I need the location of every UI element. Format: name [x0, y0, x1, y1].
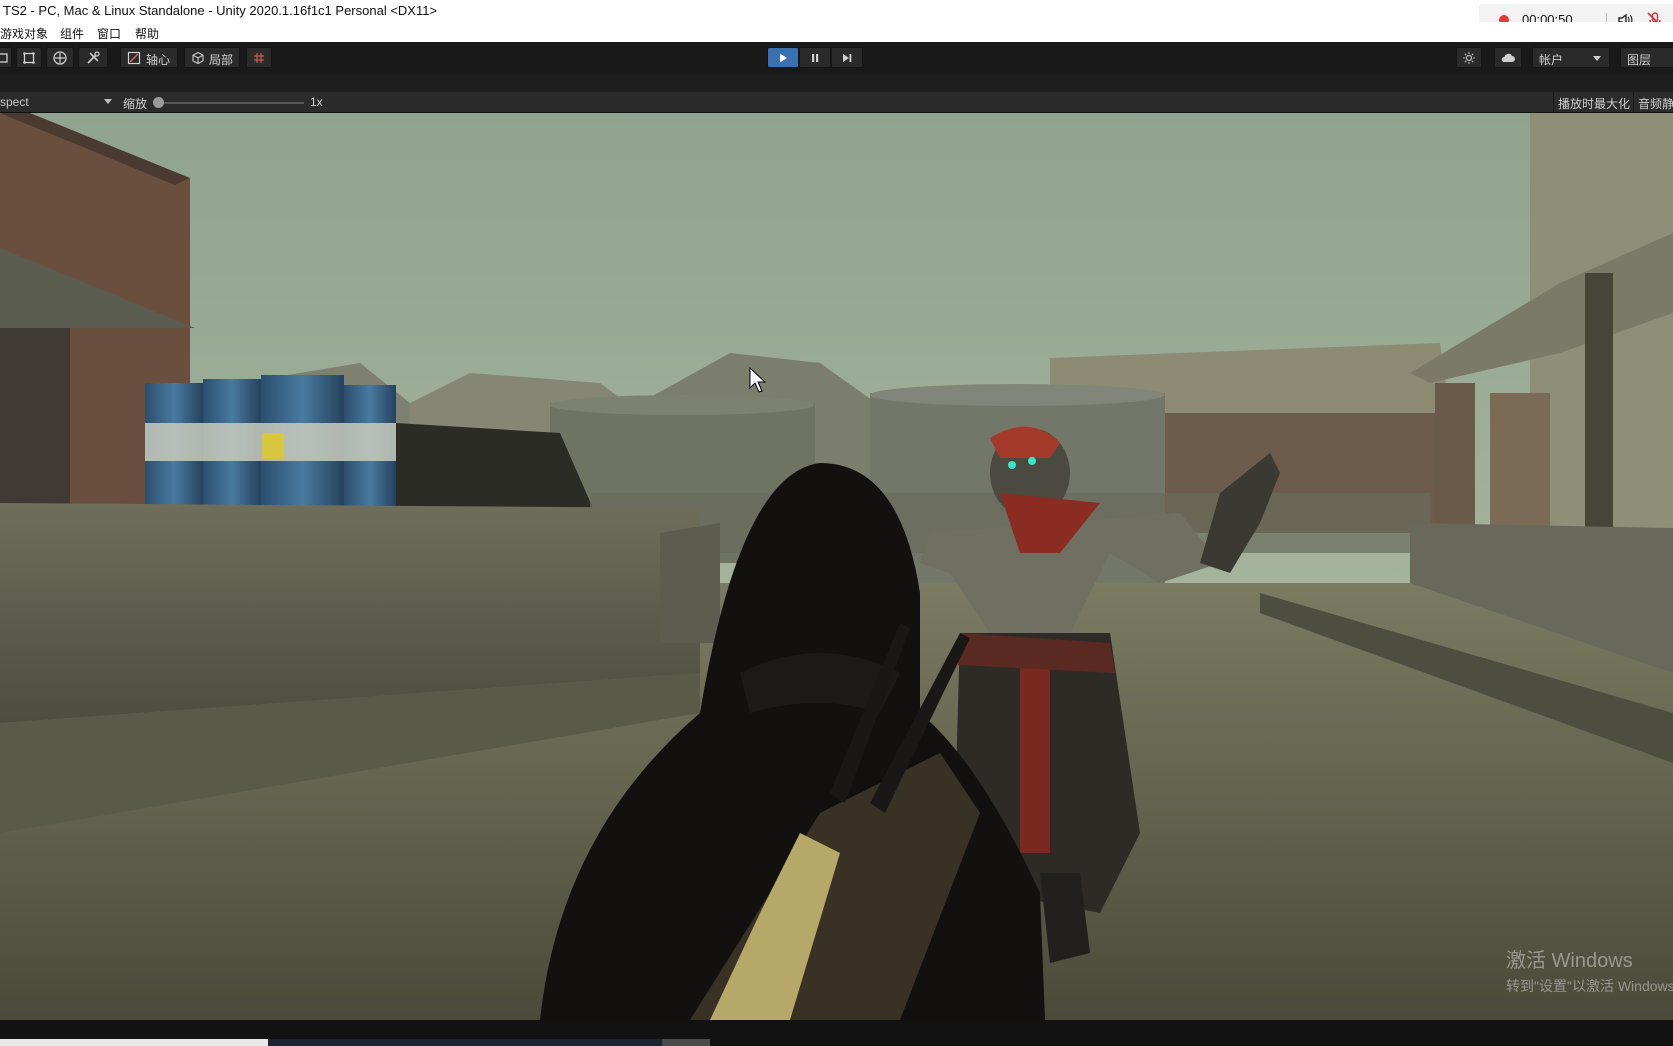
menu-component[interactable]: 组件: [60, 25, 84, 42]
mute-label: 音频静音: [1638, 97, 1673, 111]
custom-tool-button[interactable]: [78, 47, 108, 68]
menu-window[interactable]: 窗口: [97, 25, 121, 42]
step-icon: [843, 53, 852, 62]
pause-button[interactable]: [799, 47, 831, 68]
step-button[interactable]: [831, 47, 863, 68]
windows-activation-watermark: 激活 Windows 转到"设置"以激活 Windows。: [1506, 944, 1673, 996]
grid-snap-icon: [254, 52, 264, 63]
game-viewport[interactable]: 激活 Windows 转到"设置"以激活 Windows。: [0, 113, 1673, 1020]
cube-icon: [192, 51, 204, 64]
local-toggle-button[interactable]: 局部: [184, 47, 240, 68]
rect-tool-icon: [23, 51, 35, 64]
play-icon: [780, 53, 787, 62]
pivot-label: 轴心: [146, 53, 171, 67]
transform-tool-button[interactable]: [46, 47, 74, 68]
grid-snap-button[interactable]: [246, 47, 272, 68]
window-title: TS2 - PC, Mac & Linux Standalone - Unity…: [3, 3, 438, 18]
menu-bar: 游戏对象 组件 窗口 帮助: [0, 22, 1673, 42]
scale-value: 1x: [310, 95, 323, 109]
scale-label: 缩放: [123, 97, 148, 111]
account-dropdown[interactable]: 帐户: [1532, 47, 1610, 68]
hand-tool-icon: [0, 52, 8, 63]
aspect-dropdown[interactable]: spect: [0, 95, 29, 109]
pivot-toggle-button[interactable]: 轴心: [120, 47, 178, 68]
rect-tool-button[interactable]: [16, 47, 42, 68]
layers-dropdown[interactable]: 图层: [1620, 47, 1673, 68]
view-tool-button[interactable]: [0, 47, 12, 68]
chevron-down-icon: [1593, 56, 1601, 61]
menu-gameobject[interactable]: 游戏对象: [0, 25, 48, 42]
taskbar-segment: [0, 1039, 268, 1046]
maximize-on-play-toggle[interactable]: 播放时最大化: [1553, 92, 1632, 112]
transform-tool-icon: [53, 50, 67, 65]
pause-icon: [812, 53, 819, 62]
status-bar: [0, 1020, 1673, 1046]
chevron-down-icon: [104, 99, 112, 104]
wrench-icon: [87, 50, 100, 64]
game-scene: [0, 113, 1673, 1020]
mute-audio-toggle[interactable]: 音频静音: [1633, 92, 1673, 112]
watermark-line1: 激活 Windows: [1506, 950, 1633, 972]
maximize-label: 播放时最大化: [1558, 97, 1631, 111]
account-label: 帐户: [1539, 53, 1564, 67]
window-titlebar: TS2 - PC, Mac & Linux Standalone - Unity…: [0, 0, 1673, 22]
cloud-icon: [1501, 53, 1515, 62]
collab-button[interactable]: [1456, 47, 1482, 68]
cloud-button[interactable]: [1494, 47, 1522, 68]
menu-help[interactable]: 帮助: [135, 25, 159, 42]
game-view-toolbar: spect 缩放 1x 播放时最大化 音频静音: [0, 92, 1673, 113]
scale-slider-track[interactable]: [156, 102, 304, 104]
taskbar-segment: [662, 1039, 710, 1046]
scale-slider-handle[interactable]: [153, 97, 164, 108]
watermark-line2: 转到"设置"以激活 Windows。: [1506, 978, 1673, 994]
collab-icon: [1463, 51, 1475, 64]
pivot-icon: [127, 51, 141, 64]
taskbar-segment: [268, 1039, 662, 1046]
main-toolbar: 轴心 局部 帐户 图层: [0, 42, 1673, 74]
local-label: 局部: [209, 53, 234, 67]
game-tab-strip: [0, 74, 1673, 92]
play-button[interactable]: [767, 47, 799, 68]
layers-label: 图层: [1627, 53, 1652, 67]
